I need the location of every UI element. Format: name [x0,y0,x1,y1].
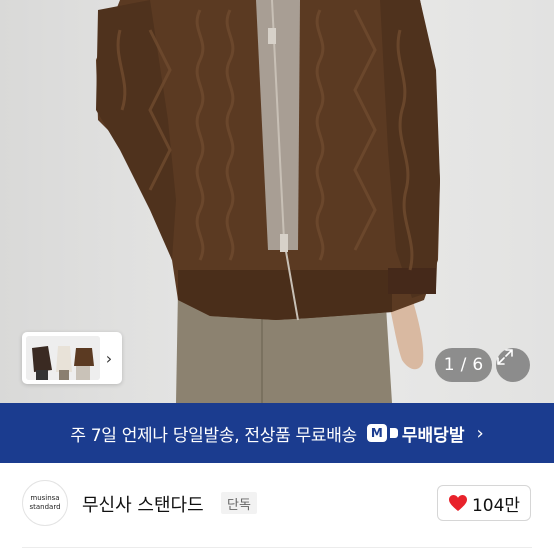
image-page-counter: 1 / 6 [435,348,492,382]
like-count: 104만 [471,495,521,516]
expand-button[interactable] [496,348,530,382]
heart-icon [448,495,467,511]
chevron-right-icon[interactable]: › [100,349,118,368]
brand-logo[interactable]: musinsa standard [22,480,68,526]
fast-delivery-badge: M 무배당발 [366,421,465,446]
truck-icon [389,428,398,438]
thumbnail-strip[interactable]: › [22,332,122,384]
shipping-banner-text: 주 7일 언제나 당일발송, 전상품 무료배송 [70,425,357,446]
current-page: 1 [443,355,455,375]
brand-logo-line2: standard [29,503,61,511]
divider [22,547,532,548]
exclusive-badge: 단독 [221,492,257,514]
brand-name[interactable]: 무신사 스탠다드 [82,491,204,517]
brand-row: musinsa standard 무신사 스탠다드 단독 104만 [0,463,554,554]
shipping-banner[interactable]: 주 7일 언제나 당일발송, 전상품 무료배송 M 무배당발 › [0,403,554,463]
chevron-right-icon: › [476,422,484,444]
thumbnail-preview [26,336,100,380]
brand-logo-line1: musinsa [30,494,60,502]
like-button[interactable]: 104만 [437,485,531,521]
fast-delivery-label: 무배당발 [401,425,465,446]
musinsa-m-icon: M [366,424,387,442]
expand-icon [497,349,513,365]
product-image[interactable]: › 1 / 6 [0,0,554,403]
product-page: › 1 / 6 주 7일 언제나 당일발송, 전상품 무료배송 M 무배당발 ›… [0,0,554,554]
page-separator: / [460,355,467,375]
total-pages: 6 [472,355,484,375]
thumbnail-image[interactable] [26,336,100,380]
